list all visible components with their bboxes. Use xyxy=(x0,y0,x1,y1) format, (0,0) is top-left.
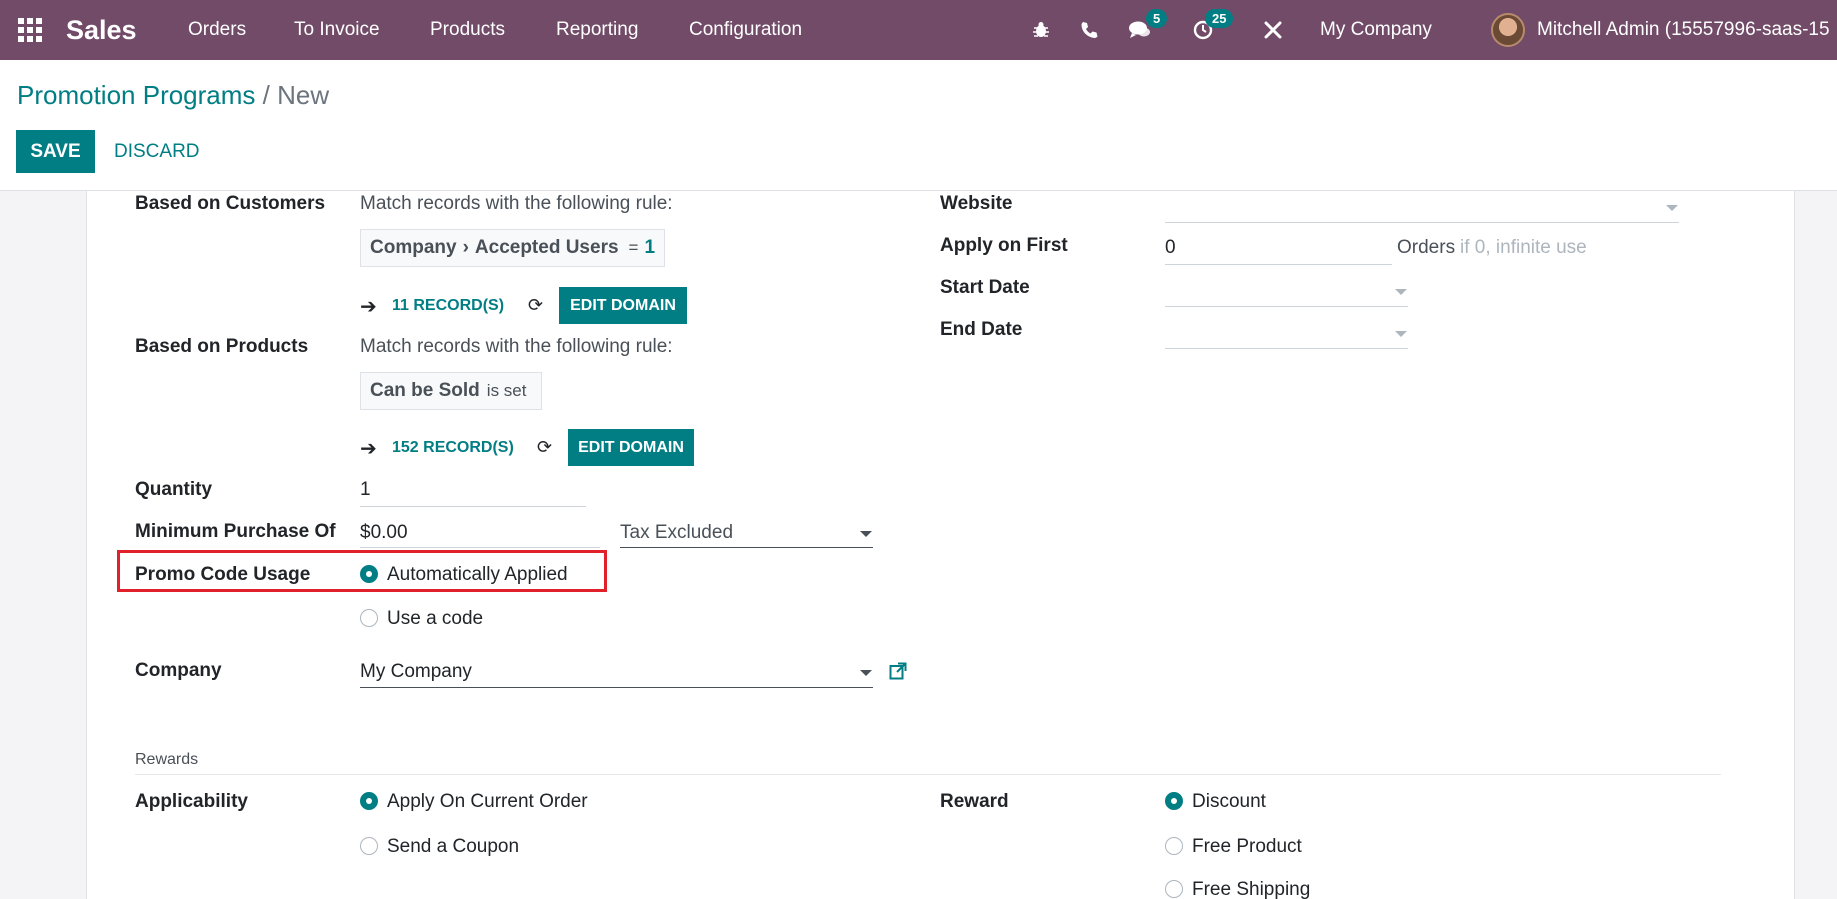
products-edit-domain-button[interactable]: EDIT DOMAIN xyxy=(568,429,694,466)
user-avatar[interactable] xyxy=(1491,0,1527,60)
apply-first-input[interactable]: 0 xyxy=(1165,237,1176,259)
customers-chip-field2: Accepted Users xyxy=(474,237,619,258)
company-label: Company xyxy=(135,660,222,681)
start-date-input[interactable] xyxy=(1165,306,1408,307)
quantity-label: Quantity xyxy=(135,479,213,500)
apply-first-hint: if 0, infinite use xyxy=(1460,237,1587,258)
company-underline xyxy=(360,687,873,688)
external-link-icon[interactable] xyxy=(889,662,907,680)
reward-label: Reward xyxy=(940,791,1009,812)
end-date-dropdown-icon[interactable] xyxy=(1395,331,1407,337)
start-date-label: Start Date xyxy=(940,277,1030,298)
apply-first-suffix: Orders xyxy=(1397,237,1456,258)
based-on-products-label: Based on Products xyxy=(135,336,309,357)
quantity-underline xyxy=(360,506,586,507)
highlight-box xyxy=(117,550,607,592)
option-apply-current-order[interactable]: Apply On Current Order xyxy=(387,791,588,813)
customers-edit-domain-button[interactable]: EDIT DOMAIN xyxy=(559,287,687,324)
customers-domain-chip[interactable]: Company › Accepted Users = 1 xyxy=(360,229,666,267)
option-use-a-code[interactable]: Use a code xyxy=(387,608,483,630)
radio-discount[interactable] xyxy=(1165,792,1183,810)
rewards-section-title: Rewards xyxy=(135,751,199,768)
company-switcher[interactable]: My Company xyxy=(1320,0,1432,60)
website-select[interactable] xyxy=(1165,222,1679,223)
app-brand[interactable]: Sales xyxy=(66,0,137,60)
min-purchase-underline xyxy=(360,547,600,548)
applicability-label: Applicability xyxy=(135,791,248,812)
apply-first-underline xyxy=(1165,264,1392,265)
chevron-right-icon: › xyxy=(462,237,469,258)
website-label: Website xyxy=(940,193,1013,214)
breadcrumb-separator: / xyxy=(262,80,270,110)
bug-icon[interactable] xyxy=(1027,0,1055,60)
menu-reporting[interactable]: Reporting xyxy=(556,0,638,60)
menu-orders[interactable]: Orders xyxy=(188,0,246,60)
user-menu[interactable]: Mitchell Admin (15557996-saas-15 xyxy=(1537,0,1830,60)
website-dropdown-icon[interactable] xyxy=(1666,205,1678,211)
refresh-icon[interactable]: ⟳ xyxy=(528,295,543,316)
control-panel: Promotion Programs / New SAVE DISCARD xyxy=(0,60,1837,191)
activities-badge: 25 xyxy=(1205,9,1234,28)
tools-icon[interactable] xyxy=(1259,0,1287,60)
apps-menu-icon[interactable] xyxy=(16,0,44,60)
breadcrumb-parent[interactable]: Promotion Programs xyxy=(17,80,255,110)
radio-free-shipping[interactable] xyxy=(1165,880,1183,898)
customers-rule-text: Match records with the following rule: xyxy=(360,193,673,214)
end-date-input[interactable] xyxy=(1165,348,1408,349)
products-records-link[interactable]: 152 RECORD(S) xyxy=(392,439,514,457)
customers-chip-field1: Company xyxy=(370,237,457,258)
discard-button[interactable]: DISCARD xyxy=(114,130,200,173)
products-domain-chip[interactable]: Can be Sold is set xyxy=(360,372,543,410)
min-purchase-input[interactable]: $0.00 xyxy=(360,522,408,544)
breadcrumb: Promotion Programs / New xyxy=(17,80,329,111)
menu-to-invoice[interactable]: To Invoice xyxy=(294,0,380,60)
tax-dropdown-icon[interactable] xyxy=(860,531,872,537)
products-chip-operator: is set xyxy=(486,381,527,400)
arrow-right-icon: ➔ xyxy=(360,296,377,318)
start-date-dropdown-icon[interactable] xyxy=(1395,289,1407,295)
based-on-customers-label: Based on Customers xyxy=(135,193,326,214)
products-rule-text: Match records with the following rule: xyxy=(360,336,673,357)
min-purchase-label: Minimum Purchase Of xyxy=(135,521,336,542)
radio-use-a-code[interactable] xyxy=(360,609,378,627)
tax-underline xyxy=(620,547,873,548)
company-dropdown-icon[interactable] xyxy=(860,670,872,676)
customers-chip-value: 1 xyxy=(644,237,656,258)
menu-configuration[interactable]: Configuration xyxy=(689,0,802,60)
customers-chip-operator: = xyxy=(628,238,639,257)
products-chip-field: Can be Sold xyxy=(370,380,480,401)
phone-icon[interactable] xyxy=(1075,0,1103,60)
messages-badge: 5 xyxy=(1146,9,1168,28)
option-send-coupon[interactable]: Send a Coupon xyxy=(387,836,519,858)
arrow-right-icon: ➔ xyxy=(360,438,377,460)
company-select[interactable]: My Company xyxy=(360,661,472,683)
menu-products[interactable]: Products xyxy=(430,0,505,60)
radio-send-coupon[interactable] xyxy=(360,837,378,855)
breadcrumb-current: New xyxy=(277,80,330,110)
option-free-product[interactable]: Free Product xyxy=(1192,836,1302,858)
quantity-input[interactable]: 1 xyxy=(360,479,371,501)
tax-select[interactable]: Tax Excluded xyxy=(620,522,733,544)
option-free-shipping[interactable]: Free Shipping xyxy=(1192,879,1310,899)
save-button[interactable]: SAVE xyxy=(16,130,95,173)
rewards-divider xyxy=(135,774,1721,775)
option-discount[interactable]: Discount xyxy=(1192,791,1266,813)
customers-records-link[interactable]: 11 RECORD(S) xyxy=(392,297,504,315)
refresh-icon[interactable]: ⟳ xyxy=(537,437,552,458)
apply-first-label: Apply on First xyxy=(940,235,1068,256)
top-navbar: Sales Orders To Invoice Products Reporti… xyxy=(0,0,1837,60)
radio-free-product[interactable] xyxy=(1165,837,1183,855)
radio-apply-current-order[interactable] xyxy=(360,792,378,810)
chat-icon[interactable] xyxy=(1126,0,1154,60)
end-date-label: End Date xyxy=(940,319,1023,340)
